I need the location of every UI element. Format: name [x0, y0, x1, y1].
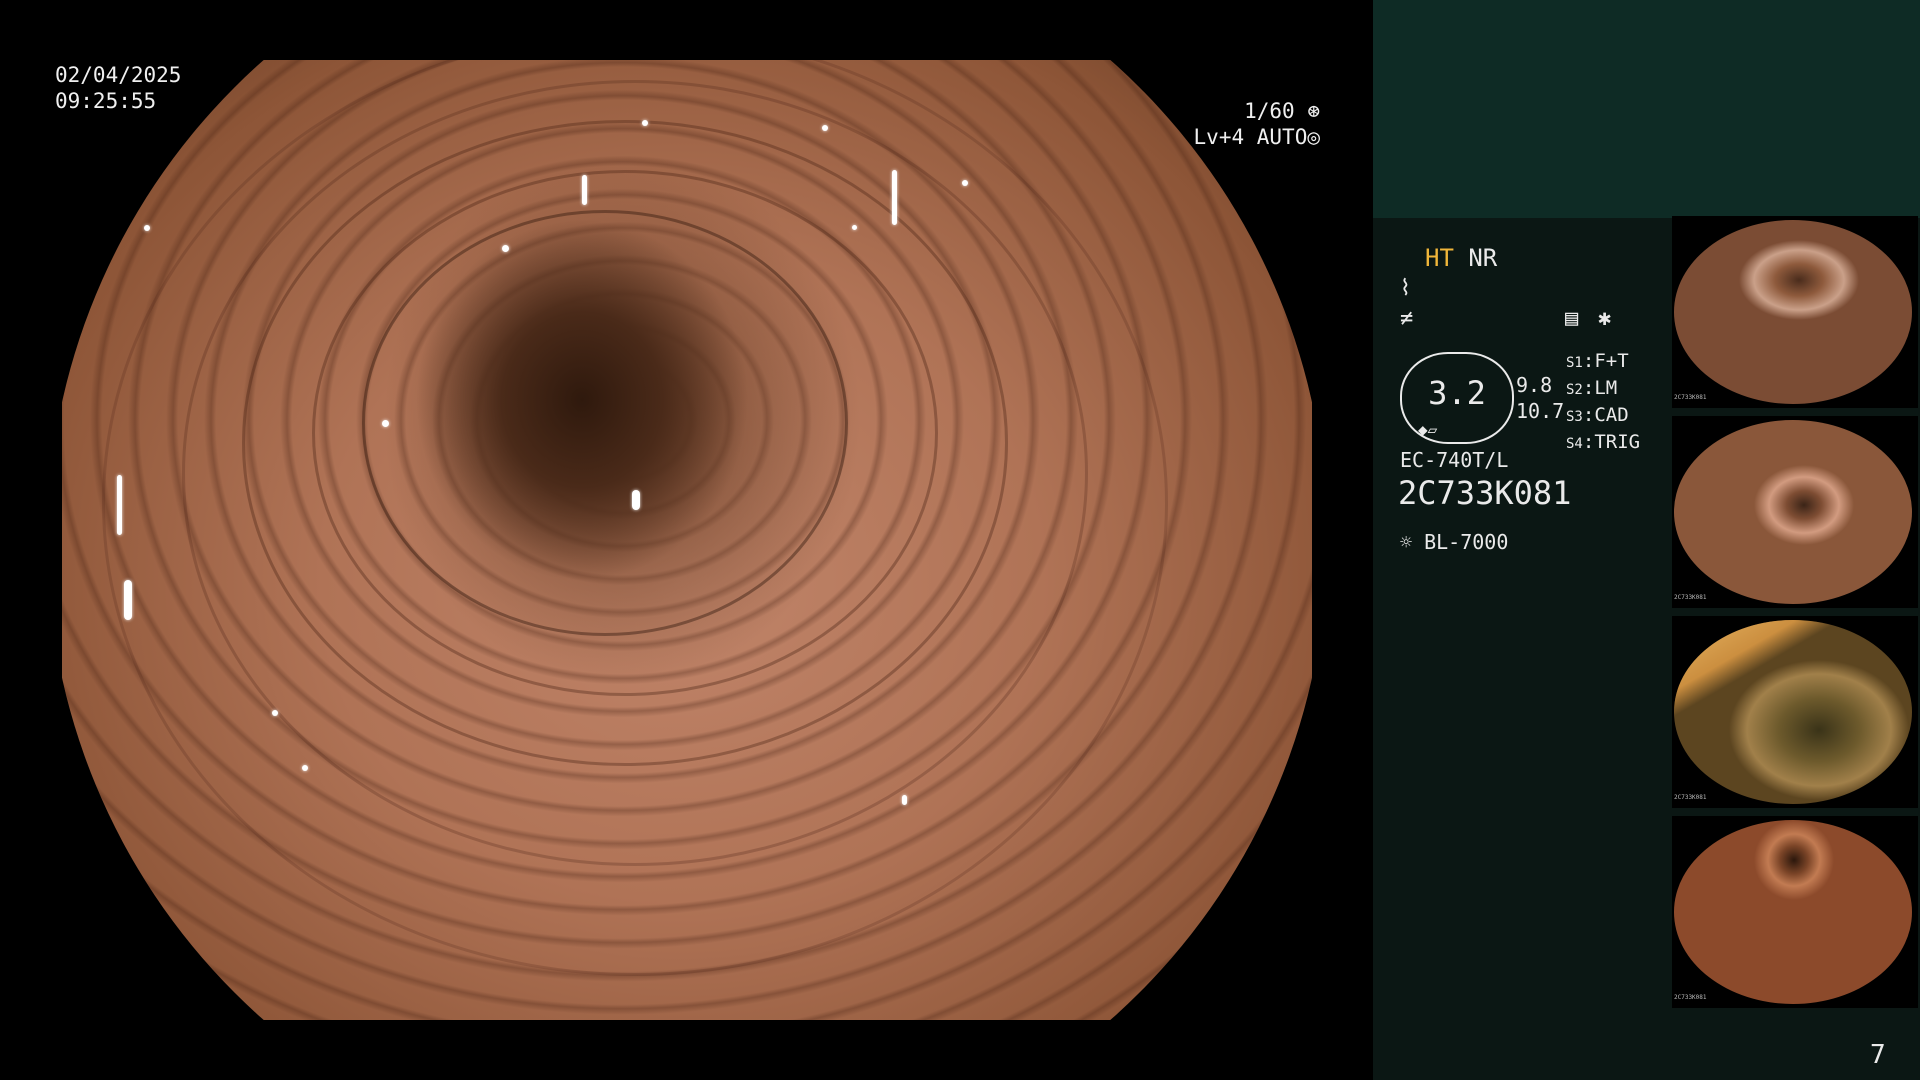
light-source-text: BL-7000	[1424, 530, 1509, 554]
value-top: 9.8	[1516, 373, 1553, 397]
exposure-overlay: 1/60 ⊛ Lv+4 AUTO◎	[1190, 98, 1320, 150]
light-source: ☼ BL-7000	[1400, 530, 1508, 554]
thumbnail-2[interactable]: 2C733K081	[1672, 416, 1918, 608]
switch-item: S3:CAD	[1566, 404, 1629, 426]
settings-list-icon: ▤	[1565, 306, 1579, 331]
date-text: 02/04/2025	[55, 63, 182, 87]
scope-serial: 2C733K081	[1398, 474, 1572, 512]
scope-model: EC-740T/L	[1400, 448, 1509, 472]
zoom-value: 3.2	[1428, 374, 1486, 412]
scope-tip-icon: ◆▱	[1418, 420, 1438, 439]
filter-icon: ≠	[1400, 306, 1414, 331]
zoom-values: 9.8 10.7	[1516, 372, 1564, 424]
switch-item: S4:TRIG	[1566, 431, 1641, 453]
thumbnail-1[interactable]: 2C733K081	[1672, 216, 1918, 408]
ht-mode-text: HT	[1425, 244, 1454, 272]
value-bottom: 10.7	[1516, 399, 1565, 423]
light-source-icon: ☼	[1400, 530, 1413, 554]
level-text: Lv+4	[1193, 125, 1245, 149]
thumbnail-4[interactable]: 2C733K081	[1672, 816, 1918, 1008]
nr-mode-text: NR	[1468, 244, 1498, 272]
switch-list: S1:F+T S2:LM S3:CAD S4:TRIG	[1566, 349, 1640, 457]
datetime-overlay: 02/04/2025 09:25:55	[55, 62, 181, 114]
iris-icon: ◎	[1307, 125, 1320, 149]
switch-item: S1:F+T	[1566, 350, 1629, 372]
enhance-icon: ⌇	[1400, 276, 1411, 301]
thumbnail-3[interactable]: 2C733K081	[1672, 616, 1918, 808]
shutter-text: 1/60	[1244, 99, 1295, 123]
shutter-icon: ⊛	[1307, 99, 1320, 123]
endoscopy-image	[62, 60, 1312, 1020]
time-text: 09:25:55	[55, 89, 157, 113]
iris-text: AUTO	[1256, 125, 1308, 149]
switch-item: S2:LM	[1566, 377, 1618, 399]
info-panel-header	[1373, 0, 1920, 218]
page-number: 7	[1870, 1040, 1886, 1070]
mode-indicators: HT NR	[1425, 244, 1497, 272]
asterisk-icon: ✱	[1598, 306, 1612, 331]
